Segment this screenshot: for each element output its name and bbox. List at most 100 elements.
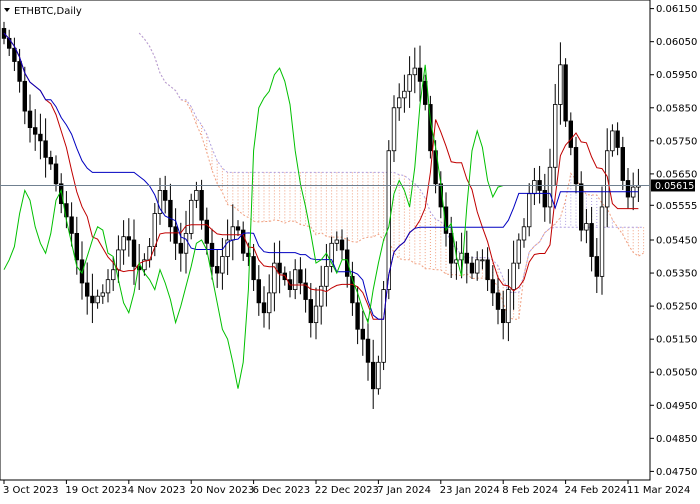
candle-body <box>277 262 282 274</box>
candle-body <box>495 292 501 310</box>
candle-body <box>376 361 381 390</box>
x-tick-label: 23 Jan 2024 <box>440 485 500 496</box>
x-tick-label: 8 Feb 2024 <box>502 485 558 496</box>
y-tick-label: 0.06050 <box>656 37 697 48</box>
candle-body <box>355 302 360 330</box>
candle-body <box>188 199 194 234</box>
candle-body <box>204 219 209 244</box>
candle-body <box>256 279 261 304</box>
candle-body <box>126 236 131 241</box>
candle-body <box>464 252 469 264</box>
candle-body <box>448 232 454 264</box>
candle-body <box>90 295 95 304</box>
candle-body <box>417 67 423 82</box>
candle-body <box>178 242 183 254</box>
candle-body <box>599 206 605 277</box>
candle-body <box>521 226 527 241</box>
candle-body <box>563 64 568 122</box>
y-tick-label: 0.05750 <box>656 136 697 147</box>
current-price-label: 0.05615 <box>655 181 694 192</box>
candle-body <box>53 163 59 185</box>
candle-body <box>266 292 272 314</box>
candle-body <box>500 309 506 324</box>
chart-canvas[interactable]: 0.06150 0.06050 0.05950 0.05850 0.05750 0.056… <box>0 0 700 500</box>
x-tick-label: 11 Mar 2024 <box>627 485 690 496</box>
candle-body <box>485 259 490 281</box>
candle-body <box>298 269 303 284</box>
candle-body <box>506 289 511 324</box>
candle-body <box>85 282 90 297</box>
candle-body <box>162 190 168 201</box>
y-tick-label: 0.04850 <box>656 434 697 445</box>
candle-body <box>474 259 480 274</box>
candle-body <box>381 289 386 363</box>
candle-body <box>199 190 204 221</box>
candle-body <box>27 110 33 129</box>
y-tick-label: 0.05150 <box>656 335 697 346</box>
candle-body <box>579 183 584 231</box>
symbol-header: ETHBTC,Daily <box>4 6 82 17</box>
candle-body <box>17 61 22 82</box>
candle-body <box>131 239 137 267</box>
candle-body <box>532 180 537 195</box>
y-tick-label: 0.06150 <box>656 4 697 15</box>
candle-body <box>33 127 38 135</box>
candle-body <box>610 130 615 152</box>
candle-body <box>412 67 417 76</box>
candle-body <box>209 242 215 267</box>
candle-body <box>313 305 319 324</box>
candle-body <box>553 104 558 168</box>
candle-body <box>292 269 298 290</box>
y-tick-label: 0.04950 <box>656 401 697 412</box>
y-tick-label: 0.04750 <box>656 467 697 478</box>
candle-body <box>324 266 329 287</box>
candle-body <box>422 80 428 105</box>
symbol-label: ETHBTC,Daily <box>14 6 82 17</box>
candle-body <box>38 133 43 142</box>
x-tick-label: 24 Feb 2024 <box>565 485 627 496</box>
candle-body <box>365 338 371 363</box>
candle-body <box>173 226 178 244</box>
candle-body <box>168 199 173 228</box>
candle-body <box>594 256 599 277</box>
candle-body <box>318 285 324 307</box>
candle-body <box>214 266 220 274</box>
x-tick-label: 6 Dec 2023 <box>253 485 311 496</box>
candle-body <box>391 107 397 152</box>
candle-body <box>105 279 111 294</box>
candle-body <box>235 226 241 231</box>
candle-body <box>230 226 235 241</box>
candle-body <box>152 213 157 248</box>
y-tick-label: 0.05650 <box>656 169 697 180</box>
candle-body <box>615 130 620 148</box>
candle-body <box>12 47 17 62</box>
candle-body <box>74 232 79 261</box>
ichimoku-chart[interactable]: 0.06150 0.06050 0.05950 0.05850 0.05750 0.056… <box>0 0 700 500</box>
candle-body <box>511 262 516 290</box>
y-tick-label: 0.05555 <box>656 201 697 212</box>
candle-body <box>116 249 121 271</box>
x-tick-label: 20 Nov 2023 <box>190 485 254 496</box>
candle-body <box>573 147 579 185</box>
y-tick-label: 0.05950 <box>656 70 697 81</box>
candle-body <box>469 262 475 274</box>
candle-body <box>360 328 365 340</box>
candle-body <box>568 120 573 148</box>
candle-body <box>589 223 594 257</box>
candle-body <box>220 256 225 274</box>
candle-body <box>95 295 100 304</box>
candle-body <box>48 156 53 165</box>
y-tick-label: 0.05850 <box>656 103 697 114</box>
candle-body <box>547 166 553 208</box>
candle-body <box>308 299 313 324</box>
candle-body <box>334 239 339 244</box>
candle-body <box>402 90 407 99</box>
x-tick-label: 7 Jan 2024 <box>377 485 431 496</box>
candle-body <box>516 239 521 264</box>
candle-body <box>480 259 485 262</box>
candle-body <box>407 74 412 92</box>
x-tick-label: 3 Oct 2023 <box>3 485 58 496</box>
x-tick-label: 4 Nov 2023 <box>128 485 186 496</box>
x-tick-label: 22 Dec 2023 <box>315 485 379 496</box>
candle-body <box>558 64 563 105</box>
